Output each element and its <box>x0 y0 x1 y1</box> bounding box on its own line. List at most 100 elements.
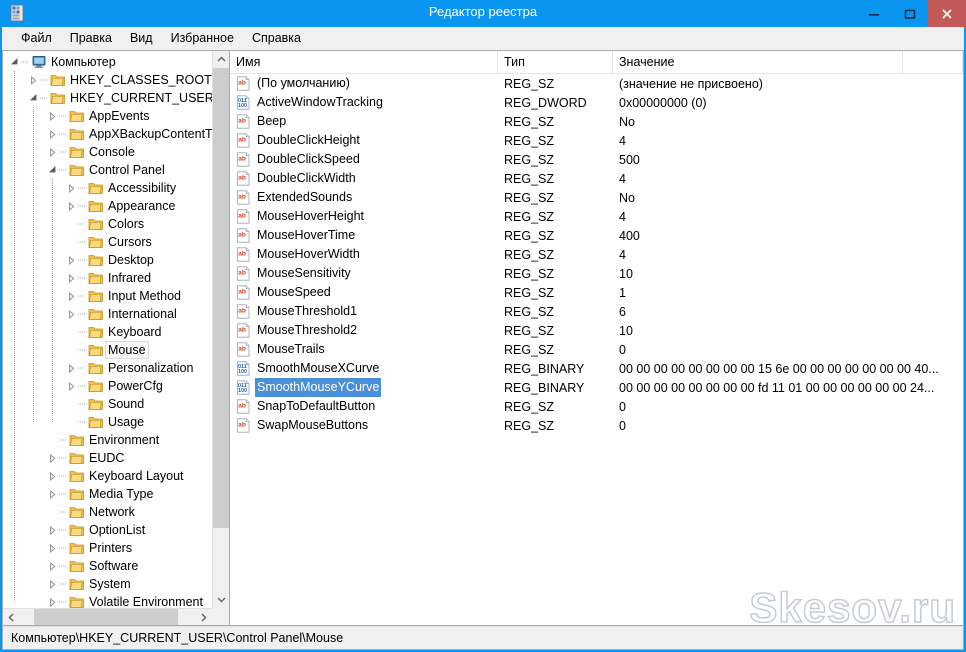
tree-item-infrared[interactable]: Infrared <box>3 269 212 287</box>
tree-scroll-down-arrow[interactable] <box>213 591 229 608</box>
value-type-cell: REG_SZ <box>504 266 555 281</box>
tree-vertical-scrollbar[interactable] <box>212 51 229 608</box>
tree-item-appearance[interactable]: Appearance <box>3 197 212 215</box>
tree-horizontal-scrollbar-thumb[interactable] <box>34 609 178 625</box>
tree-item-eudc[interactable]: EUDC <box>3 449 212 467</box>
table-row[interactable]: ab MouseSensitivity REG_SZ 10 <box>230 264 963 283</box>
tree-item-optionlist[interactable]: OptionList <box>3 521 212 539</box>
expand-arrow-icon[interactable] <box>46 107 59 125</box>
tree-item-printers[interactable]: Printers <box>3 539 212 557</box>
collapse-arrow-icon[interactable] <box>46 161 59 179</box>
tree-item-software[interactable]: Software <box>3 557 212 575</box>
expand-arrow-icon[interactable] <box>46 521 59 539</box>
tree-item-keyboard[interactable]: Keyboard <box>3 323 212 341</box>
tree-item-input-method[interactable]: Input Method <box>3 287 212 305</box>
tree-item-keyboard-layout[interactable]: Keyboard Layout <box>3 467 212 485</box>
table-row[interactable]: ab MouseHoverHeight REG_SZ 4 <box>230 207 963 226</box>
tree-item-sound[interactable]: Sound <box>3 395 212 413</box>
table-row[interactable]: ab MouseHoverTime REG_SZ 400 <box>230 226 963 245</box>
value-data-cell: 10 <box>619 266 633 281</box>
tree-item-international[interactable]: International <box>3 305 212 323</box>
tree-item-appevents[interactable]: AppEvents <box>3 107 212 125</box>
expand-arrow-icon[interactable] <box>65 197 78 215</box>
tree-item-desktop[interactable]: Desktop <box>3 251 212 269</box>
expand-arrow-icon[interactable] <box>46 575 59 593</box>
table-row[interactable]: ab MouseThreshold2 REG_SZ 10 <box>230 321 963 340</box>
tree-scroll-up-arrow[interactable] <box>213 51 229 68</box>
tree-horizontal-scrollbar[interactable] <box>3 608 212 625</box>
value-name-cell: ab DoubleClickWidth <box>230 169 498 188</box>
tree-item-mouse[interactable]: Mouse <box>3 341 212 359</box>
expand-arrow-icon[interactable] <box>65 377 78 395</box>
menu-item-help[interactable]: Справка <box>243 29 310 47</box>
expand-arrow-icon[interactable] <box>46 593 59 608</box>
expand-arrow-icon[interactable] <box>65 287 78 305</box>
expand-arrow-icon[interactable] <box>46 125 59 143</box>
table-row[interactable]: 011 100 ActiveWindowTracking REG_DWORD 0x000… <box>230 93 963 112</box>
collapse-arrow-icon[interactable] <box>27 89 40 107</box>
table-row[interactable]: 011 100 SmoothMouseXCurve REG_BINARY 00 00 0… <box>230 359 963 378</box>
tree-item-network[interactable]: Network <box>3 503 212 521</box>
table-row[interactable]: ab MouseSpeed REG_SZ 1 <box>230 283 963 302</box>
table-row[interactable]: ab MouseTrails REG_SZ 0 <box>230 340 963 359</box>
tree-item-accessibility[interactable]: Accessibility <box>3 179 212 197</box>
tree-item-hkey-classes-root[interactable]: HKEY_CLASSES_ROOT <box>3 71 212 89</box>
menu-item-edit[interactable]: Правка <box>61 29 121 47</box>
tree-item-label: Personalization <box>108 361 194 375</box>
column-header-name[interactable]: Имя <box>230 51 498 73</box>
tree-item-control-panel[interactable]: Control Panel <box>3 161 212 179</box>
table-row[interactable]: ab MouseThreshold1 REG_SZ 6 <box>230 302 963 321</box>
tree-item-media-type[interactable]: Media Type <box>3 485 212 503</box>
menu-item-file[interactable]: Файл <box>12 29 61 47</box>
tree-item-colors[interactable]: Colors <box>3 215 212 233</box>
value-type-cell: REG_SZ <box>504 418 555 433</box>
maximize-button[interactable] <box>892 0 928 27</box>
tree-item-console[interactable]: Console <box>3 143 212 161</box>
table-row[interactable]: 011 100 SmoothMouseYCurve REG_BINARY 00 00 0… <box>230 378 963 397</box>
tree-item-usage[interactable]: Usage <box>3 413 212 431</box>
tree-scroll-right-arrow[interactable] <box>195 609 212 625</box>
expand-arrow-icon[interactable] <box>46 449 59 467</box>
menu-item-view[interactable]: Вид <box>121 29 162 47</box>
column-header-value[interactable]: Значение <box>613 51 903 73</box>
table-row[interactable]: ab SwapMouseButtons REG_SZ 0 <box>230 416 963 435</box>
expand-arrow-icon[interactable] <box>65 269 78 287</box>
tree-item-environment[interactable]: Environment <box>3 431 212 449</box>
tree-item-hkey-current-user[interactable]: HKEY_CURRENT_USER <box>3 89 212 107</box>
table-row[interactable]: ab DoubleClickSpeed REG_SZ 500 <box>230 150 963 169</box>
tree-vertical-scrollbar-thumb[interactable] <box>213 68 229 528</box>
menu-item-favorites[interactable]: Избранное <box>162 29 243 47</box>
expand-arrow-icon[interactable] <box>46 467 59 485</box>
minimize-button[interactable] <box>856 0 892 27</box>
tree-item-cursors[interactable]: Cursors <box>3 233 212 251</box>
expand-arrow-icon[interactable] <box>27 71 40 89</box>
expand-arrow-icon[interactable] <box>65 179 78 197</box>
table-row[interactable]: ab DoubleClickWidth REG_SZ 4 <box>230 169 963 188</box>
table-row[interactable]: ab ExtendedSounds REG_SZ No <box>230 188 963 207</box>
close-button[interactable] <box>928 0 966 27</box>
expand-arrow-icon[interactable] <box>46 557 59 575</box>
expand-arrow-icon[interactable] <box>46 485 59 503</box>
table-row[interactable]: ab SnapToDefaultButton REG_SZ 0 <box>230 397 963 416</box>
tree-scroll-left-arrow[interactable] <box>3 609 20 625</box>
table-row[interactable]: ab Beep REG_SZ No <box>230 112 963 131</box>
tree-item-label: Environment <box>89 433 160 447</box>
expand-arrow-icon[interactable] <box>65 359 78 377</box>
tree-item-volatile-environment[interactable]: Volatile Environment <box>3 593 212 608</box>
tree-item-system[interactable]: System <box>3 575 212 593</box>
tree-item-appxbackupcontentty[interactable]: AppXBackupContentTy <box>3 125 212 143</box>
column-header-type[interactable]: Тип <box>498 51 613 73</box>
tree-item-[interactable]: Компьютер <box>3 53 212 71</box>
table-row[interactable]: ab MouseHoverWidth REG_SZ 4 <box>230 245 963 264</box>
tree-item-label: AppEvents <box>89 109 150 123</box>
expand-arrow-icon[interactable] <box>65 305 78 323</box>
table-row[interactable]: ab (По умолчанию) REG_SZ (значение не присв… <box>230 74 963 93</box>
column-header-extra[interactable] <box>903 51 963 73</box>
tree-item-personalization[interactable]: Personalization <box>3 359 212 377</box>
table-row[interactable]: ab DoubleClickHeight REG_SZ 4 <box>230 131 963 150</box>
expand-arrow-icon[interactable] <box>65 251 78 269</box>
tree-item-powercfg[interactable]: PowerCfg <box>3 377 212 395</box>
expand-arrow-icon[interactable] <box>46 539 59 557</box>
expand-arrow-icon[interactable] <box>46 143 59 161</box>
collapse-arrow-icon[interactable] <box>8 53 21 71</box>
